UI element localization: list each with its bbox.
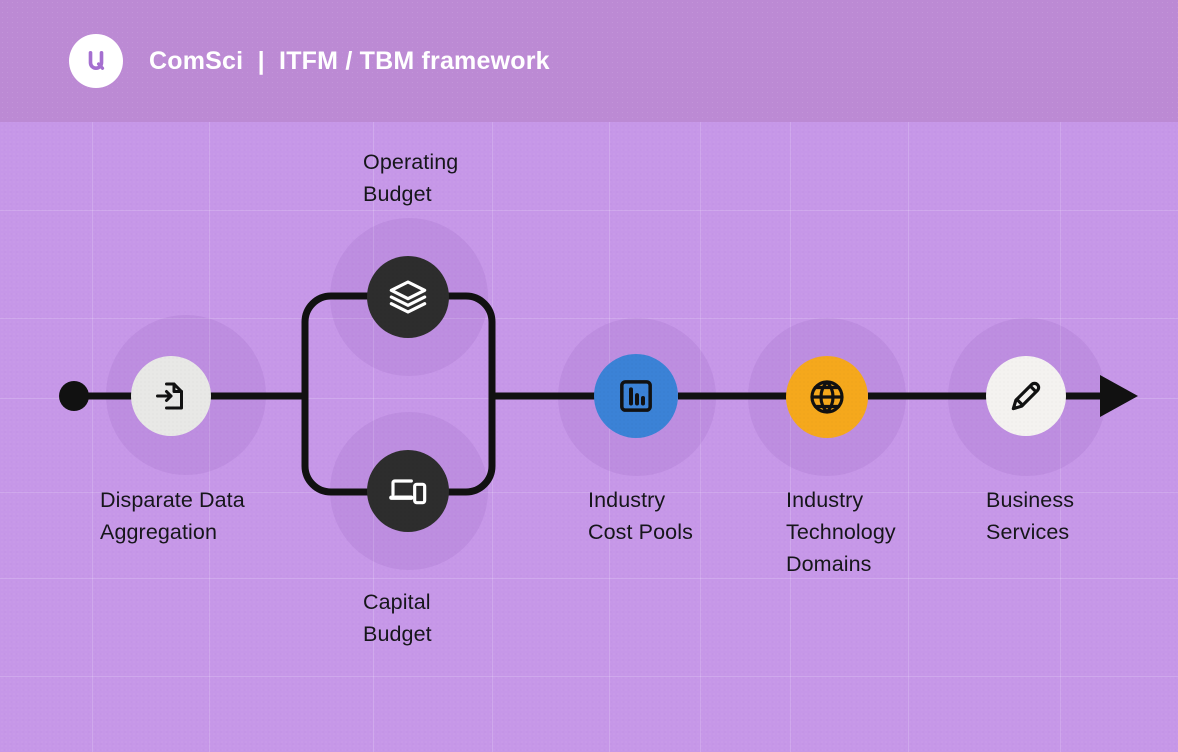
label-industry-technology-domains: Industry Technology Domains (786, 488, 896, 576)
node-business-services[interactable] (986, 356, 1066, 436)
page-title: ComSci | ITFM / TBM framework (149, 46, 550, 75)
node-capital-budget[interactable] (367, 450, 449, 532)
node-disparate-data-aggregation[interactable] (131, 356, 211, 436)
node-operating-budget[interactable] (367, 256, 449, 338)
diagram-canvas: Disparate Data Aggregation Operating Bud… (0, 0, 1178, 752)
comsci-u-logo-icon (69, 34, 123, 88)
file-input-icon (153, 378, 189, 414)
app-header: ComSci | ITFM / TBM framework (0, 0, 1178, 122)
label-business-services: Business Services (986, 488, 1075, 544)
globe-icon (807, 377, 847, 417)
label-operating-budget: Operating Budget (363, 150, 459, 206)
label-industry-cost-pools: Industry Cost Pools (588, 488, 693, 544)
node-industry-cost-pools[interactable] (594, 354, 678, 438)
bar-chart-icon (616, 376, 656, 416)
layers-stack-icon (388, 277, 428, 317)
label-capital-budget: Capital Budget (363, 590, 432, 646)
node-industry-technology-domains[interactable] (786, 356, 868, 438)
pen-icon (1007, 377, 1045, 415)
label-disparate-data-aggregation: Disparate Data Aggregation (100, 488, 245, 544)
flow-end-arrowhead (1100, 375, 1138, 417)
devices-icon (388, 471, 428, 511)
